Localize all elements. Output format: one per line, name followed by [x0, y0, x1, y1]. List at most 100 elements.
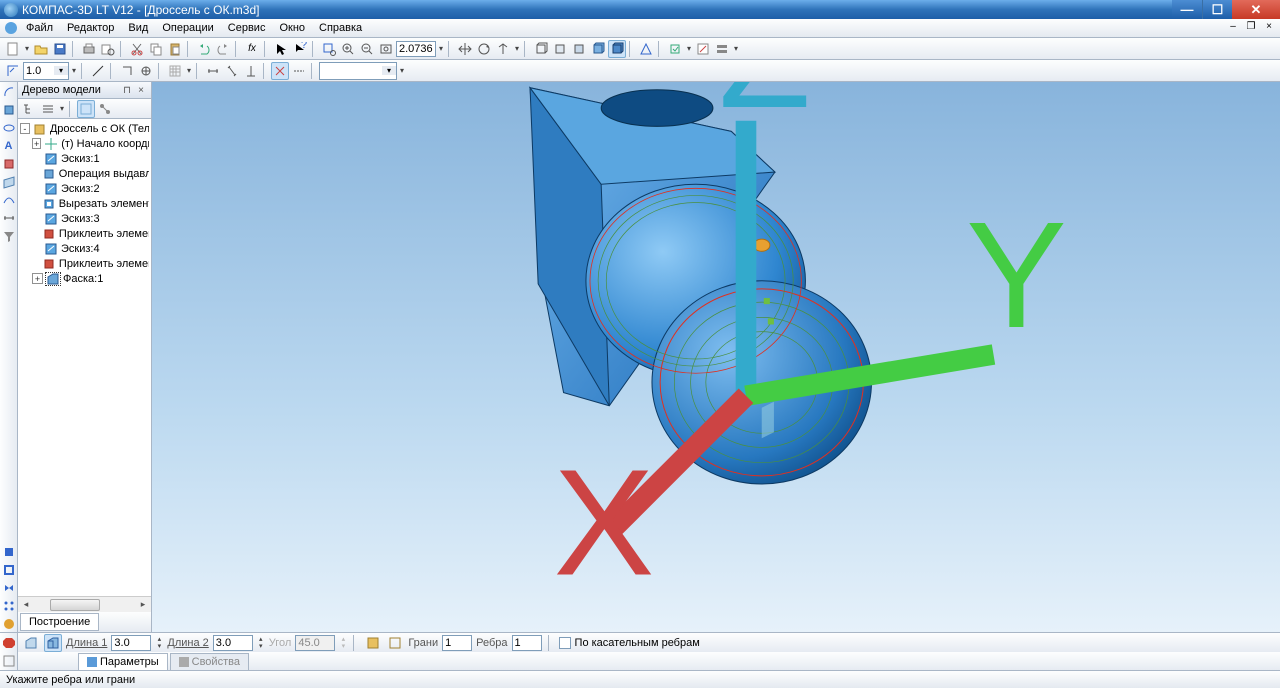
tree-node[interactable]: +Фаска:1 — [20, 271, 149, 286]
zoom-fit-button[interactable] — [377, 40, 395, 58]
dim-v-button[interactable] — [223, 62, 241, 80]
maximize-button[interactable]: ☐ — [1202, 0, 1232, 19]
close-button[interactable]: ✕ — [1232, 0, 1280, 19]
tree-node[interactable]: Эскиз:3 — [20, 211, 149, 226]
dim-h-button[interactable] — [204, 62, 222, 80]
rebuild-button[interactable] — [666, 40, 684, 58]
tab-properties[interactable]: Свойства — [170, 653, 249, 670]
tree-node[interactable]: Эскиз:2 — [20, 181, 149, 196]
menu-edit[interactable]: Редактор — [61, 20, 120, 36]
select-faces-icon[interactable] — [364, 634, 382, 652]
cut-button[interactable] — [128, 40, 146, 58]
scale-dropdown-icon[interactable]: ▾ — [70, 66, 78, 75]
menu-view[interactable]: Вид — [122, 20, 154, 36]
rebuild-dropdown-icon[interactable]: ▾ — [685, 44, 693, 53]
tree-expand-icon[interactable]: - — [20, 123, 30, 134]
length1-input[interactable] — [111, 635, 151, 651]
menu-service[interactable]: Сервис — [222, 20, 272, 36]
pan-button[interactable] — [456, 40, 474, 58]
tree-list-icon[interactable] — [39, 100, 57, 118]
tree-node[interactable]: Приклеить элемент в — [20, 226, 149, 241]
tool-cut-icon[interactable] — [1, 156, 17, 172]
zoom-out-button[interactable] — [358, 40, 376, 58]
tree-expand-icon[interactable]: + — [32, 138, 41, 149]
tangent-checkbox[interactable] — [559, 637, 571, 649]
scroll-right-icon[interactable]: ▸ — [135, 599, 151, 610]
help-pointer-button[interactable]: ? — [291, 40, 309, 58]
new-dropdown-icon[interactable]: ▾ — [23, 44, 31, 53]
minimize-button[interactable]: — — [1172, 0, 1202, 19]
tool-pattern-icon[interactable] — [1, 598, 17, 614]
grid-dropdown-icon[interactable]: ▾ — [185, 66, 193, 75]
chamfer-type1-icon[interactable] — [22, 634, 40, 652]
rotate-button[interactable] — [475, 40, 493, 58]
tree-node[interactable]: Эскиз:1 — [20, 151, 149, 166]
zoom-input[interactable] — [396, 41, 436, 57]
tool-dim-icon[interactable] — [1, 210, 17, 226]
tool-filter-icon[interactable] — [1, 228, 17, 244]
assoc-button[interactable] — [290, 62, 308, 80]
tool-revolve-icon[interactable] — [1, 120, 17, 136]
hidden-removed-button[interactable] — [551, 40, 569, 58]
menu-window[interactable]: Окно — [273, 20, 311, 36]
tab-build[interactable]: Построение — [20, 613, 99, 631]
select-arrow-button[interactable] — [272, 40, 290, 58]
len2-stepper-icon[interactable]: ▴▾ — [257, 636, 265, 650]
tree-node[interactable]: Операция выдавлива — [20, 166, 149, 181]
zoom-window-button[interactable] — [320, 40, 338, 58]
wireframe-button[interactable] — [532, 40, 550, 58]
tree-node[interactable]: Вырезать элемент вы — [20, 196, 149, 211]
grid-button[interactable] — [166, 62, 184, 80]
tool-misc-icon[interactable] — [1, 616, 17, 632]
edges-input[interactable] — [512, 635, 542, 651]
paste-button[interactable] — [166, 40, 184, 58]
scroll-thumb[interactable] — [50, 599, 100, 611]
faces-input[interactable] — [442, 635, 472, 651]
scroll-left-icon[interactable]: ◂ — [18, 599, 34, 610]
scale-select[interactable]: ▾ — [23, 62, 69, 80]
scale-input[interactable] — [24, 65, 54, 77]
mdi-minimize-icon[interactable]: – — [1226, 21, 1240, 35]
tree-node[interactable]: +(т) Начало координат — [20, 136, 149, 151]
tool-draft-icon[interactable] — [1, 544, 17, 560]
tool-mirror-icon[interactable] — [1, 580, 17, 596]
undo-button[interactable] — [195, 40, 213, 58]
shaded-button[interactable] — [589, 40, 607, 58]
menu-file[interactable]: Файл — [20, 20, 59, 36]
style-select[interactable]: ▾ — [319, 62, 397, 80]
tool-arc-icon[interactable] — [1, 84, 17, 100]
tree-relation-icon[interactable] — [96, 100, 114, 118]
stop-icon[interactable] — [1, 635, 17, 651]
sketch-mode-button[interactable] — [694, 40, 712, 58]
new-button[interactable] — [4, 40, 22, 58]
save-button[interactable] — [51, 40, 69, 58]
hidden-dimmed-button[interactable] — [570, 40, 588, 58]
tree-horizontal-scrollbar[interactable]: ◂ ▸ — [18, 596, 151, 612]
settings-dropdown-icon[interactable]: ▾ — [732, 44, 740, 53]
tool-spline-icon[interactable] — [1, 192, 17, 208]
tree-node[interactable]: Приклеить элемент в — [20, 256, 149, 271]
mdi-restore-icon[interactable]: ❐ — [1244, 21, 1258, 35]
preview-button[interactable] — [99, 40, 117, 58]
tree-dropdown-icon[interactable]: ▾ — [58, 104, 66, 113]
apply-icon[interactable] — [1, 653, 17, 669]
select-edges-icon[interactable] — [386, 634, 404, 652]
zoom-dropdown-icon[interactable]: ▾ — [437, 44, 445, 53]
settings-icon[interactable] — [713, 40, 731, 58]
tree-node[interactable]: Эскиз:4 — [20, 241, 149, 256]
viewport-3d[interactable]: Z Y X — [152, 82, 1280, 632]
tool-plane-icon[interactable] — [1, 174, 17, 190]
open-button[interactable] — [32, 40, 50, 58]
scale-icon[interactable] — [4, 62, 22, 80]
model-tree[interactable]: -Дроссель с ОК (Тел-1)+(т) Начало коорди… — [18, 119, 151, 596]
style-dropdown-icon[interactable]: ▾ — [398, 66, 406, 75]
snap-button[interactable] — [137, 62, 155, 80]
tree-hierarchy-icon[interactable] — [20, 100, 38, 118]
dim-a-button[interactable] — [242, 62, 260, 80]
shaded-edges-button[interactable] — [608, 40, 626, 58]
orient-button[interactable] — [494, 40, 512, 58]
pin-icon[interactable]: ⊓ — [121, 85, 133, 96]
menu-operations[interactable]: Операции — [156, 20, 219, 36]
redo-button[interactable] — [214, 40, 232, 58]
print-button[interactable] — [80, 40, 98, 58]
